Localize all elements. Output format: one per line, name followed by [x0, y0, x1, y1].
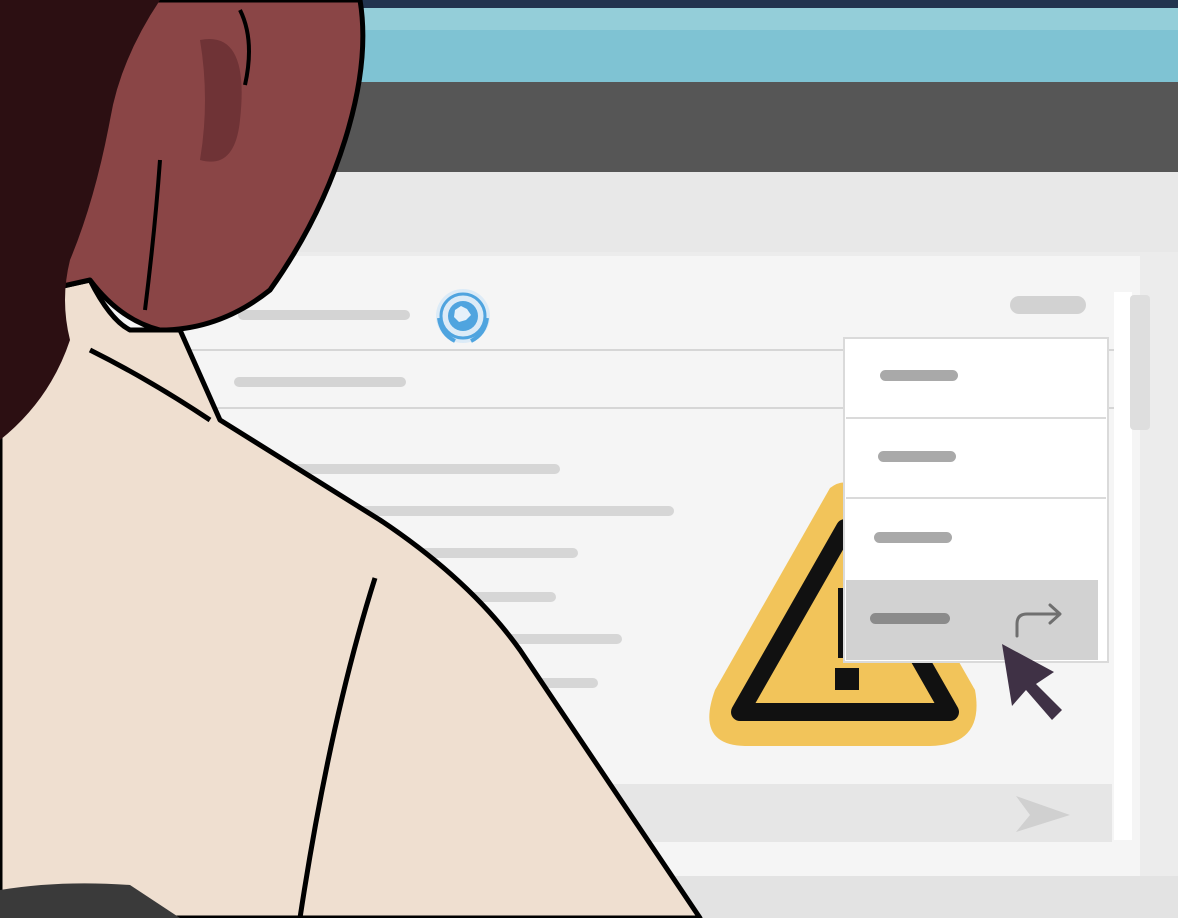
menu-item-label-placeholder: [874, 532, 952, 543]
illustration-scene: [0, 0, 1178, 918]
menu-item-label-placeholder: [878, 451, 956, 462]
menu-item-label-placeholder: [870, 613, 950, 624]
subject-placeholder: [234, 377, 406, 387]
menu-item-forward[interactable]: [846, 580, 1098, 660]
menu-item[interactable]: [846, 340, 1106, 418]
scrollbar-thumb[interactable]: [1130, 295, 1150, 430]
menu-item[interactable]: [846, 420, 1106, 498]
body-line: [410, 548, 578, 558]
body-line: [330, 506, 674, 516]
header-action-button[interactable]: [1010, 296, 1086, 314]
body-line: [280, 464, 560, 474]
menu-item[interactable]: [846, 500, 1106, 578]
context-menu[interactable]: [843, 337, 1109, 663]
scene-svg: [0, 0, 1178, 918]
sender-placeholder: [238, 310, 410, 320]
un-emblem-icon: [436, 289, 490, 343]
menu-item-label-placeholder: [880, 370, 958, 381]
